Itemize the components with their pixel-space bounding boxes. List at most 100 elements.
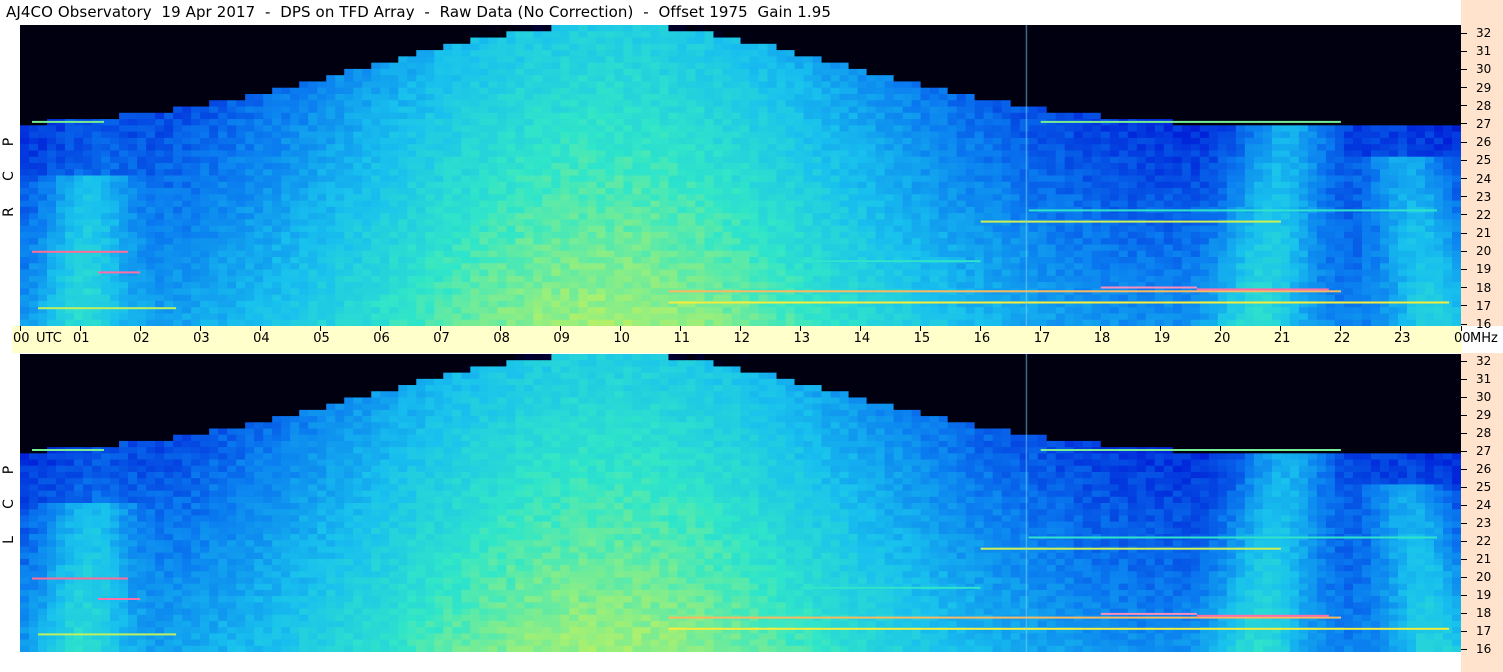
spectrogram-cell [101, 37, 111, 45]
spectrogram-cell [371, 37, 381, 45]
spectrogram-cell [983, 100, 994, 108]
spectrogram-cell [704, 125, 715, 133]
spectrogram-cell [704, 100, 715, 108]
spectrogram-cell [803, 150, 814, 158]
spectrogram-cell [1226, 100, 1237, 108]
spectrogram-cell [857, 156, 868, 164]
spectrogram-cell [695, 25, 706, 32]
spectrogram-cell [650, 188, 661, 195]
spectrogram-cell [1253, 188, 1264, 195]
spectrogram-cell [218, 93, 228, 101]
spectrogram-cell [272, 93, 282, 101]
spectrogram-cell [920, 200, 931, 208]
spectrogram-cell [317, 131, 327, 139]
spectrogram-cell [1280, 106, 1291, 114]
spectrogram-cell [1091, 175, 1102, 183]
spectrogram-cell [992, 25, 1003, 32]
spectrogram-cell [146, 62, 156, 70]
spectrogram-cell [551, 200, 561, 208]
spectrogram-cell [1091, 188, 1102, 195]
spectrogram-cell [479, 150, 489, 158]
spectrogram-cell [938, 125, 949, 133]
spectrogram-cell [677, 175, 688, 183]
spectrogram-cell [848, 100, 859, 108]
spectrogram-cell [893, 112, 904, 120]
spectrogram-cell [983, 188, 994, 195]
spectrogram-cell [839, 50, 850, 57]
spectrogram-cell [1109, 162, 1120, 170]
spectrogram-cell [56, 213, 66, 220]
spectrogram-cell [389, 156, 399, 164]
spectrogram-cell [101, 62, 111, 70]
spectrogram-cell [326, 56, 336, 64]
spectrogram-cell [1100, 137, 1111, 145]
spectrogram-cell [578, 37, 588, 45]
spectrogram-cell [1037, 169, 1048, 177]
spectrogram-cell [911, 68, 922, 76]
spectrogram-cell [443, 100, 453, 108]
spectrogram-cell [695, 93, 706, 101]
spectrogram-cell [317, 43, 327, 51]
spectrogram-cell [803, 175, 814, 183]
spectrogram-cell [1397, 68, 1408, 76]
spectrogram-cell [1424, 75, 1435, 83]
spectrogram-cell [812, 125, 823, 133]
spectrogram-cell [110, 144, 120, 152]
spectrogram-cell [578, 194, 588, 202]
spectrogram-cell [398, 169, 408, 177]
spectrogram-cell [956, 31, 967, 39]
spectrogram-cell [1091, 181, 1102, 189]
spectrogram-cell [1271, 100, 1282, 108]
spectrogram-cell [983, 150, 994, 158]
spectrogram-cell [1433, 50, 1444, 57]
spectrogram-cell [218, 50, 228, 57]
spectrogram-cell [1082, 68, 1093, 76]
spectrogram-cell [695, 206, 706, 214]
spectrogram-cell [704, 200, 715, 208]
spectrogram-cell [893, 119, 904, 126]
spectrogram-cell [632, 200, 643, 208]
spectrogram-cell [614, 188, 625, 195]
spectrogram-cell [1145, 31, 1156, 39]
spectrogram-cell [1136, 62, 1147, 70]
spectrogram-cell [1451, 119, 1461, 126]
spectrogram-cell [1361, 81, 1372, 89]
spectrogram-cell [1199, 188, 1210, 195]
spectrogram-cell [641, 68, 652, 76]
spectrogram-cell [1424, 37, 1435, 45]
spectrogram-cell [911, 181, 922, 189]
spectrogram-cell [92, 144, 102, 152]
spectrogram-cell [389, 181, 399, 189]
spectrogram-cell [1415, 137, 1426, 145]
spectrogram-cell [353, 200, 363, 208]
spectrogram-cell [281, 50, 291, 57]
spectrogram-cell [1397, 25, 1408, 32]
spectrogram-cell [299, 75, 309, 83]
spectrogram-cell [1217, 43, 1228, 51]
spectrogram-cell [308, 37, 318, 45]
spectrogram-cell [101, 131, 111, 139]
spectrogram-cell [524, 87, 534, 95]
spectrogram-cell [560, 137, 570, 145]
spectrogram-cell [632, 175, 643, 183]
spectrogram-cell [767, 31, 778, 39]
spectrogram-cell [1352, 31, 1363, 39]
spectrogram-cell [560, 194, 570, 202]
spectrogram-cell [1289, 50, 1300, 57]
spectrogram-cell [911, 169, 922, 177]
spectrogram-cell [785, 37, 796, 45]
spectrogram-cell [515, 81, 525, 89]
spectrogram-cell [308, 68, 318, 76]
spectrogram-cell [1316, 131, 1327, 139]
spectrogram-cell [506, 37, 516, 45]
spectrogram-cell [803, 106, 814, 114]
spectrogram-cell [407, 75, 417, 83]
spectrogram-cell [1379, 162, 1390, 170]
spectrogram-cell [776, 75, 787, 83]
spectrogram-cell [641, 37, 652, 45]
spectrogram-cell [1370, 43, 1381, 51]
spectrogram-cell [1244, 68, 1255, 76]
spectrogram-cell [155, 219, 165, 227]
spectrogram-cell [335, 25, 345, 32]
spectrogram-cell [524, 144, 534, 152]
